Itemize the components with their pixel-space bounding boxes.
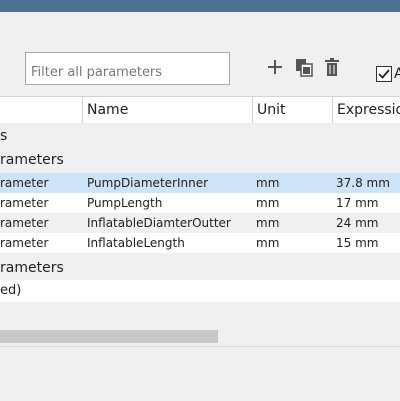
column-header-expression[interactable]: Expressio (332, 97, 400, 123)
trash-icon[interactable] (322, 56, 342, 78)
group-sublabel: ed) (0, 283, 22, 298)
table-row[interactable]: rameter InflatableDiamterOutter mm 24 mm (0, 213, 400, 233)
table-row[interactable]: rameter InflatableLength mm 15 mm (0, 233, 400, 253)
row-unit: mm (256, 216, 280, 230)
row-name: InflatableDiamterOutter (87, 216, 231, 230)
row-unit: mm (256, 196, 280, 210)
row-unit: mm (256, 236, 280, 250)
toolbar: A (0, 12, 400, 96)
group-label: rameters (0, 152, 64, 168)
column-header-type[interactable] (0, 97, 82, 123)
list-item[interactable]: ed) (0, 280, 400, 302)
parameters-table: s rameters rameter PumpDiameterInner mm … (0, 123, 400, 328)
checkbox[interactable] (376, 66, 392, 82)
row-expression[interactable]: 17 mm (336, 193, 378, 213)
table-row[interactable]: rameter PumpLength mm 17 mm (0, 193, 400, 213)
copy-icon[interactable] (294, 56, 314, 78)
column-header-unit[interactable]: Unit (252, 97, 332, 123)
footer-area (0, 346, 400, 401)
row-unit: mm (256, 176, 280, 190)
row-type: rameter (0, 216, 49, 230)
row-expression[interactable]: 24 mm (336, 213, 378, 233)
group-row[interactable]: s (0, 125, 400, 147)
row-name: PumpDiameterInner (87, 176, 209, 190)
filter-input[interactable] (25, 52, 230, 85)
plus-icon[interactable] (265, 56, 285, 78)
row-type: rameter (0, 176, 49, 190)
horizontal-scrollbar[interactable] (0, 328, 400, 346)
row-expression[interactable]: 37.8 mm (336, 173, 390, 193)
row-expression[interactable]: 15 mm (336, 233, 378, 253)
scrollbar-thumb[interactable] (0, 330, 218, 343)
table-row[interactable]: rameter PumpDiameterInner mm 37.8 mm (0, 173, 400, 193)
group-row[interactable]: rameters (0, 257, 400, 279)
group-row[interactable]: rameters (0, 149, 400, 171)
row-name: PumpLength (87, 196, 163, 210)
table-header: Name Unit Expressio (0, 96, 400, 124)
row-type: rameter (0, 236, 49, 250)
row-type: rameter (0, 196, 49, 210)
title-bar (0, 0, 400, 12)
checkbox-label: A (394, 66, 400, 82)
column-header-name[interactable]: Name (82, 97, 252, 123)
row-name: InflatableLength (87, 236, 185, 250)
group-label: rameters (0, 260, 64, 276)
group-label: s (0, 128, 8, 144)
